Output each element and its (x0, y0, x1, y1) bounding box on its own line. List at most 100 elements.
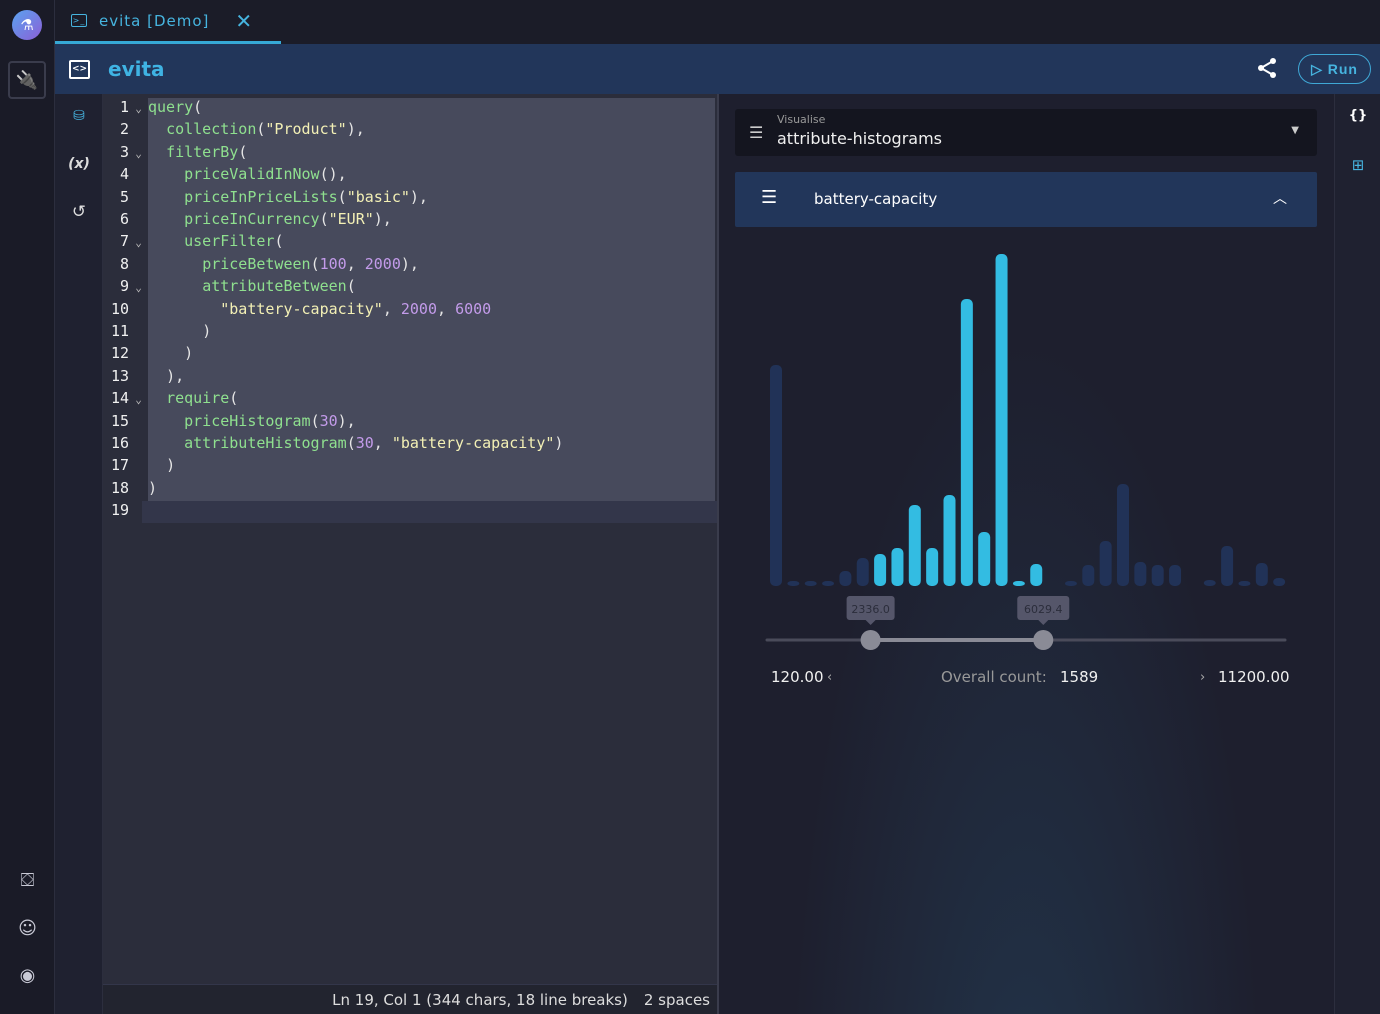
lab-logo-icon[interactable]: ⚗ (12, 10, 42, 40)
code-token-punc: ), (337, 411, 356, 430)
overall-count-value: 1589 (1060, 668, 1098, 686)
code-token-num: 100 (319, 254, 347, 273)
code-token-punc: ( (310, 411, 320, 430)
code-line[interactable]: 13 ), (103, 365, 718, 387)
line-number: 1 (119, 98, 129, 116)
connection-plug-icon[interactable]: 🔌 (8, 61, 46, 99)
discord-icon[interactable]: ☺ (0, 918, 55, 939)
terminal-icon: >_ (71, 14, 87, 27)
increase-max-icon[interactable]: › (1200, 670, 1205, 685)
code-line[interactable]: 9 ⌄ attributeBetween( (103, 275, 718, 297)
code-token-punc: , (382, 299, 401, 318)
code-line[interactable]: 17 ) (103, 454, 718, 476)
decrease-min-icon[interactable]: ‹ (827, 670, 832, 685)
histogram-bar (1169, 565, 1182, 586)
line-number: 11 (110, 322, 129, 340)
code-line[interactable]: 14 ⌄ require( (103, 387, 718, 409)
line-number: 4 (119, 165, 129, 184)
line-number: 13 (110, 366, 129, 385)
code-line[interactable]: 11 ) (103, 320, 718, 342)
code-token-punc: ) (554, 434, 564, 452)
code-line[interactable]: 19 (103, 499, 718, 521)
code-line[interactable]: 5 priceInPriceLists("basic"), (103, 186, 718, 208)
histogram-max-value: 11200.00 (1218, 668, 1290, 686)
fold-chevron-icon[interactable]: ⌄ (129, 277, 148, 299)
editor-status-bar: Ln 19, Col 1 (344 chars, 18 line breaks)… (103, 984, 718, 1014)
code-token-fn: attributeBetween (202, 277, 347, 296)
close-tab-icon[interactable]: ✕ (235, 9, 253, 33)
code-line[interactable]: 2 collection("Product"), (103, 118, 718, 140)
line-number: 5 (119, 187, 129, 206)
code-token-punc: ), (400, 254, 419, 273)
code-token-str: "EUR" (328, 210, 374, 228)
github-icon[interactable]: ◉ (0, 965, 55, 986)
code-line[interactable]: 6 priceInCurrency("EUR"), (103, 208, 718, 230)
share-icon[interactable] (1256, 57, 1278, 84)
histogram-bar (1099, 541, 1112, 586)
run-button[interactable]: ▷ Run (1298, 54, 1371, 84)
slider-from-label: 2336.0 (851, 603, 890, 616)
tab-title: evita [Demo] (99, 11, 210, 30)
code-token-punc: ( (274, 232, 284, 251)
code-line[interactable]: 16 attributeHistogram(30, "battery-capac… (103, 432, 718, 454)
code-line[interactable]: 12 ) (103, 342, 718, 364)
code-line[interactable]: 8 priceBetween(100, 2000), (103, 253, 718, 275)
json-braces-icon[interactable]: {} (1335, 108, 1380, 123)
indentation[interactable]: 2 spaces (644, 991, 710, 1009)
histogram-bar (908, 505, 921, 586)
code-line[interactable]: 10 "battery-capacity", 2000, 6000 (103, 298, 718, 320)
code-token-punc: ( (346, 277, 356, 296)
code-line[interactable]: 3 ⌄ filterBy( (103, 141, 718, 163)
query-database-icon[interactable]: ⛁ (55, 108, 103, 124)
code-token-fn: priceInPriceLists (184, 187, 338, 206)
code-line[interactable]: 7 ⌄ userFilter( (103, 230, 718, 252)
slider-to-label: 6029.4 (1024, 603, 1063, 616)
history-icon[interactable]: ↺ (55, 202, 103, 222)
code-token-str: "Product" (265, 120, 347, 139)
fold-chevron-icon[interactable]: ⌄ (129, 389, 148, 411)
code-token-punc: , (437, 299, 456, 318)
histogram-bar (978, 532, 991, 586)
code-line[interactable]: 15 priceHistogram(30), (103, 410, 718, 432)
histogram-bar (787, 581, 800, 586)
overall-count-label: Overall count: (941, 668, 1047, 686)
code-token-fn: filterBy (166, 142, 239, 161)
histogram-bar (1255, 563, 1268, 586)
variables-icon[interactable]: (x) (55, 156, 103, 172)
fold-chevron-icon[interactable]: ⌄ (129, 98, 148, 120)
inbox-icon[interactable]: ⛋ (0, 870, 55, 891)
code-token-punc: ( (238, 142, 248, 161)
tree-view-icon[interactable]: ⊞ (1335, 156, 1380, 174)
code-token-punc: ) (166, 456, 176, 475)
code-token-punc: ( (310, 254, 320, 273)
tab-evita-demo[interactable]: >_ evita [Demo] ✕ (55, 0, 281, 44)
code-icon: <> (69, 59, 90, 79)
code-token-punc: ( (319, 210, 329, 228)
code-line[interactable]: 4 priceValidInNow(), (103, 163, 718, 185)
right-rail: {} ⊞ (1334, 94, 1380, 1014)
line-number: 3 (119, 142, 129, 161)
histogram-bar (804, 581, 817, 586)
code-line[interactable]: 18) (103, 477, 718, 499)
code-token-punc: ), (409, 187, 428, 206)
code-token-fn: require (166, 389, 230, 408)
code-token-punc: ) (184, 344, 194, 363)
line-number: 2 (119, 120, 129, 139)
line-number: 8 (119, 254, 129, 273)
code-token-str: "battery-capacity" (391, 434, 555, 452)
code-token-punc: , (373, 434, 392, 452)
code-line[interactable]: 1 ⌄ query( (103, 96, 718, 118)
fold-chevron-icon[interactable]: ⌄ (129, 232, 148, 254)
code-editor[interactable]: 1 ⌄ query(2 collection("Product"), 3 ⌄ filte… (103, 94, 718, 984)
histogram-bar (1238, 581, 1251, 586)
line-number: 9 (119, 277, 129, 296)
code-token-punc: (), (319, 165, 347, 184)
fold-chevron-icon[interactable]: ⌄ (129, 143, 148, 165)
histogram-bar (1082, 565, 1095, 586)
code-token-punc: ( (229, 389, 239, 408)
